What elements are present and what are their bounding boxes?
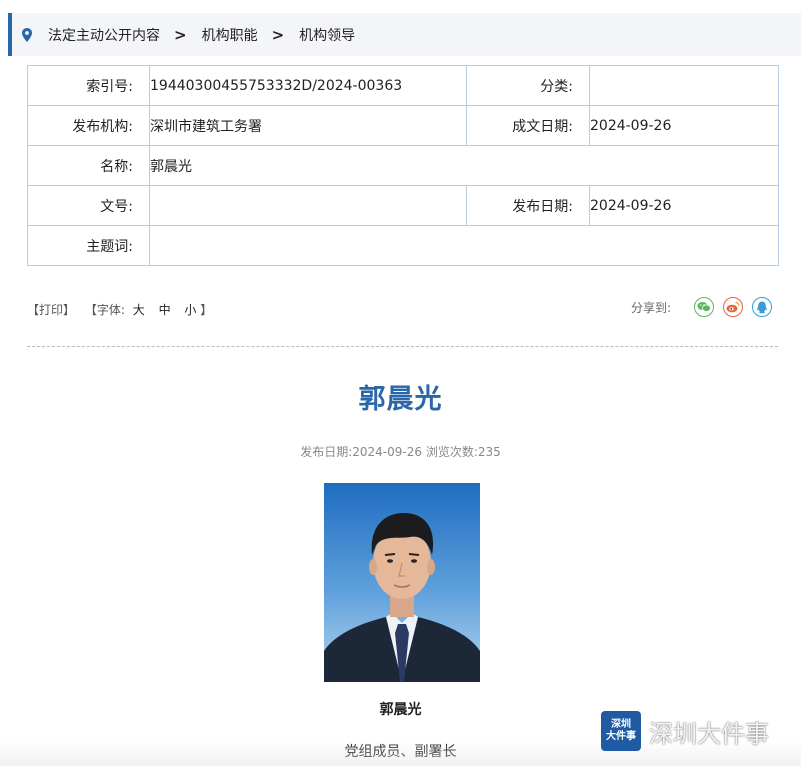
print-button[interactable]: 【打印】: [27, 303, 75, 317]
wechat-share-icon[interactable]: [694, 297, 714, 317]
table-row: 索引号: 19440300455753332D/2024-00363 分类:: [27, 65, 779, 106]
font-size-prefix: 【字体:: [84, 303, 125, 317]
table-row: 主题词:: [27, 225, 779, 266]
breadcrumb-item-leaders[interactable]: 机构领导: [299, 25, 355, 45]
name-label: 名称:: [27, 145, 150, 186]
table-row: 文号: 发布日期: 2024-09-26: [27, 185, 779, 226]
metadata-table: 索引号: 19440300455753332D/2024-00363 分类: 发…: [27, 65, 779, 266]
publish-date-value: 2024-09-26: [589, 185, 779, 226]
article-info: 发布日期:2024-09-26 浏览次数:235: [300, 445, 501, 459]
watermark-logo-line1: 深圳: [611, 719, 631, 730]
dashed-divider: [27, 346, 778, 347]
qq-share-icon[interactable]: [752, 297, 772, 317]
chevron-right-icon: >: [174, 25, 187, 44]
breadcrumb: 法定主动公开内容 > 机构职能 > 机构领导: [8, 13, 801, 56]
issuer-label: 发布机构:: [27, 105, 150, 146]
index-value: 19440300455753332D/2024-00363: [149, 65, 467, 106]
written-date-value: 2024-09-26: [589, 105, 779, 146]
watermark: 深圳 大件事 深圳大件事: [601, 709, 801, 753]
name-value: 郭晨光: [149, 145, 779, 186]
font-medium-button[interactable]: 中: [159, 303, 171, 317]
doc-number-value: [149, 185, 467, 226]
watermark-logo-line2: 大件事: [606, 731, 636, 742]
index-label: 索引号:: [27, 65, 150, 106]
font-large-button[interactable]: 大: [133, 303, 145, 317]
category-value: [589, 65, 779, 106]
written-date-label: 成文日期:: [466, 105, 590, 146]
keywords-label: 主题词:: [27, 225, 150, 266]
issuer-value: 深圳市建筑工务署: [149, 105, 467, 146]
breadcrumb-item-public-content[interactable]: 法定主动公开内容: [48, 25, 160, 45]
table-row: 发布机构: 深圳市建筑工务署 成文日期: 2024-09-26: [27, 105, 779, 146]
font-size-suffix: 】: [200, 303, 213, 317]
weibo-share-icon[interactable]: [723, 297, 743, 317]
watermark-logo: 深圳 大件事: [601, 711, 641, 751]
publish-date-label: 发布日期:: [466, 185, 590, 226]
article-toolbar: 【打印】 【字体: 大 中 小 】 分享到:: [27, 297, 778, 321]
location-pin-icon: [20, 26, 34, 44]
keywords-value: [149, 225, 779, 266]
table-row: 名称: 郭晨光: [27, 145, 779, 186]
breadcrumb-item-functions[interactable]: 机构职能: [202, 25, 258, 45]
portrait-photo: [324, 483, 480, 682]
doc-number-label: 文号:: [27, 185, 150, 226]
chevron-right-icon: >: [271, 25, 285, 44]
article-title: 郭晨光: [358, 384, 443, 415]
share-label: 分享到:: [630, 300, 671, 315]
font-small-button[interactable]: 小: [184, 303, 196, 317]
category-label: 分类:: [466, 65, 590, 106]
watermark-text: 深圳大件事: [649, 719, 769, 748]
